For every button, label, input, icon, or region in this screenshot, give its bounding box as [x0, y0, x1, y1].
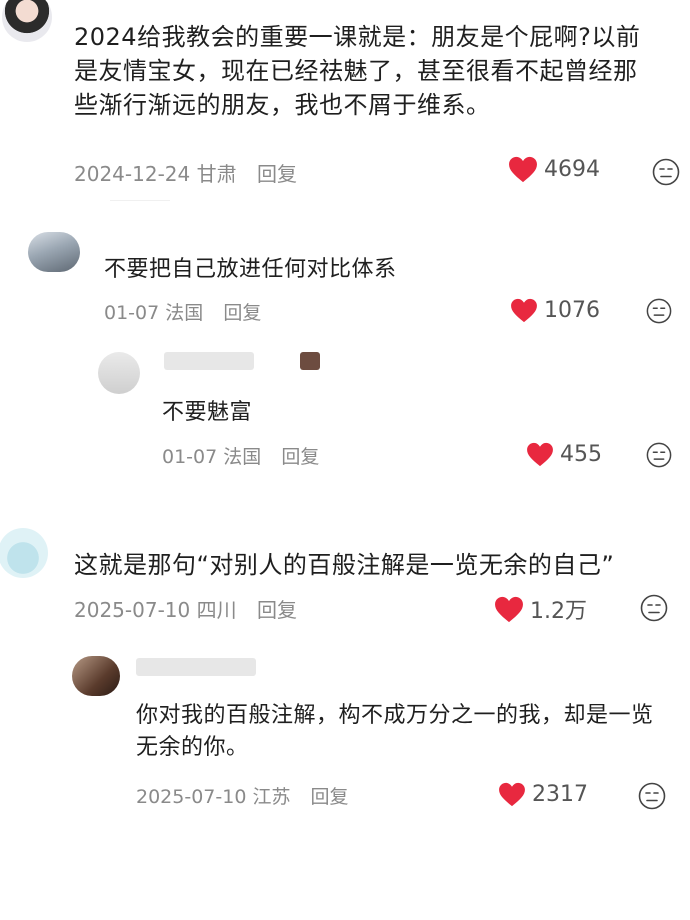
comment-location: 江苏 — [252, 786, 291, 808]
comment-date: 01-07 — [162, 446, 218, 468]
reply-button[interactable]: 回复 — [257, 162, 297, 186]
avatar[interactable] — [2, 0, 52, 42]
like-button[interactable]: 455 — [526, 442, 602, 467]
comment-text: 2024给我教会的重要一课就是：朋友是个屁啊?以前是友情宝女，现在已经祛魅了，甚… — [74, 23, 641, 119]
comment-date: 2025-07-10 — [74, 598, 191, 622]
dislike-icon[interactable] — [646, 442, 672, 468]
reply-button[interactable]: 回复 — [311, 786, 349, 808]
username-blurred — [164, 352, 254, 370]
heart-icon — [509, 156, 537, 183]
dislike-icon[interactable] — [640, 594, 668, 622]
comment-date: 2025-07-10 — [136, 786, 247, 808]
like-count: 2317 — [532, 782, 588, 807]
like-count: 4694 — [544, 157, 600, 182]
heart-icon — [527, 442, 553, 467]
like-button[interactable]: 4694 — [508, 156, 600, 183]
divider — [110, 200, 170, 201]
comment-text: 你对我的百般注解，构不成万分之一的我，却是一览无余的你。 — [136, 703, 654, 760]
comment-meta: 01-07 法国 回复 — [104, 298, 261, 325]
dislike-icon[interactable] — [652, 158, 680, 186]
like-button[interactable]: 2317 — [498, 782, 588, 807]
like-count: 455 — [560, 442, 602, 467]
avatar[interactable] — [72, 656, 120, 696]
dislike-icon[interactable] — [646, 298, 672, 324]
comment-location: 法国 — [165, 302, 204, 324]
reply-button[interactable]: 回复 — [223, 302, 261, 324]
like-button[interactable]: 1.2万 — [494, 593, 587, 625]
like-count: 1076 — [544, 298, 600, 323]
dislike-icon[interactable] — [638, 782, 666, 810]
reply-button[interactable]: 回复 — [257, 598, 297, 622]
avatar[interactable] — [0, 528, 48, 578]
comment-location: 法国 — [223, 446, 262, 468]
comment-meta: 2024-12-24 甘肃 回复 — [74, 158, 297, 187]
comment-location: 四川 — [196, 598, 237, 622]
avatar[interactable] — [98, 352, 140, 394]
comment-text: 不要魅富 — [162, 400, 253, 425]
comment-text: 不要把自己放进任何对比体系 — [104, 257, 397, 282]
comment-location: 甘肃 — [196, 162, 237, 186]
avatar[interactable] — [28, 232, 80, 272]
heart-icon — [495, 596, 523, 622]
like-button[interactable]: 1076 — [510, 298, 600, 323]
comment-meta: 01-07 法国 回复 — [162, 442, 319, 469]
comment-date: 01-07 — [104, 302, 160, 324]
like-count: 1.2万 — [530, 599, 587, 624]
comment-meta: 2025-07-10 江苏 回复 — [136, 782, 349, 809]
heart-icon — [511, 298, 537, 323]
comment-text: 这就是那句“对别人的百般注解是一览无余的自己” — [74, 551, 615, 579]
heart-icon — [499, 782, 525, 807]
username-blurred — [300, 352, 320, 370]
comment-date: 2024-12-24 — [74, 162, 191, 186]
reply-button[interactable]: 回复 — [281, 446, 319, 468]
comment-meta: 2025-07-10 四川 回复 — [74, 594, 297, 623]
username-blurred — [136, 658, 256, 676]
